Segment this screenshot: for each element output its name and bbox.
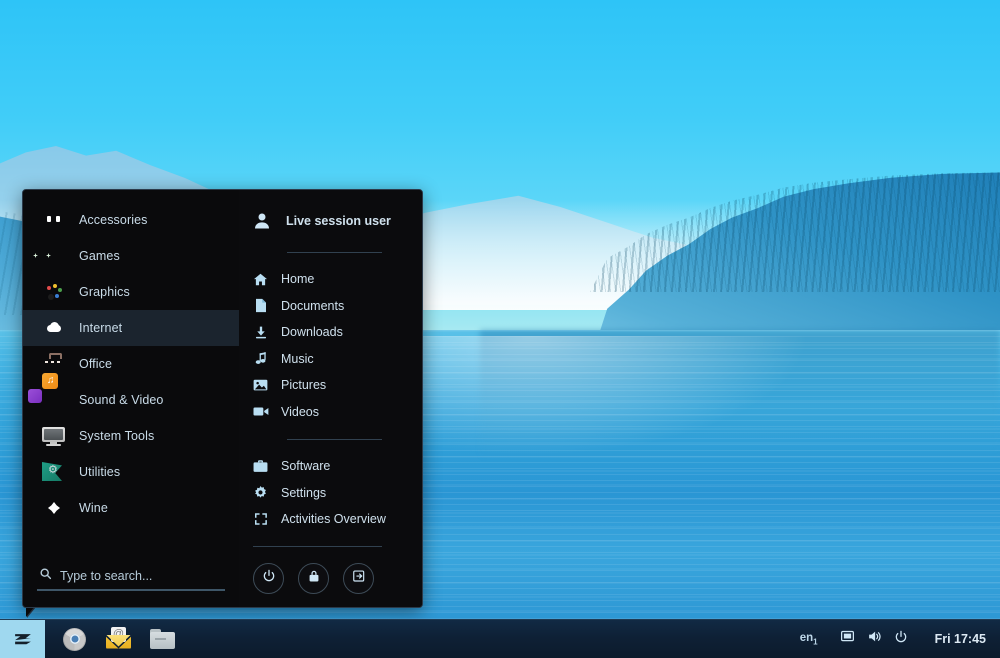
language-indicator[interactable]: en1 bbox=[792, 632, 834, 646]
category-label: Accessories bbox=[79, 213, 147, 227]
home-icon bbox=[252, 271, 269, 288]
place-item-videos[interactable]: Videos bbox=[239, 399, 422, 426]
place-item-activities-overview[interactable]: Activities Overview bbox=[239, 506, 422, 533]
place-label: Music bbox=[281, 352, 314, 366]
tree-texture-right bbox=[590, 172, 1000, 292]
system-tray: en1 bbox=[792, 620, 1000, 658]
place-item-pictures[interactable]: Pictures bbox=[239, 372, 422, 399]
taskbar: @ en1 bbox=[0, 619, 1000, 658]
accessories-icon bbox=[42, 208, 66, 232]
settings-gear-icon bbox=[252, 484, 269, 501]
language-code: en bbox=[800, 632, 813, 644]
place-item-settings[interactable]: Settings bbox=[239, 480, 422, 507]
category-item-accessories[interactable]: Accessories bbox=[23, 202, 239, 238]
speaker-icon bbox=[867, 629, 882, 649]
category-label: Office bbox=[79, 357, 112, 371]
mail-launcher[interactable]: @ bbox=[98, 620, 139, 658]
language-variant: 1 bbox=[813, 637, 817, 646]
divider-middle bbox=[287, 439, 382, 440]
category-item-internet[interactable]: Internet bbox=[23, 310, 239, 346]
power-icon bbox=[262, 569, 276, 588]
activities-overview-icon bbox=[252, 511, 269, 528]
search-input[interactable]: Type to search... bbox=[37, 565, 225, 591]
videos-icon bbox=[252, 403, 269, 420]
place-label: Settings bbox=[281, 486, 326, 500]
logout-button[interactable] bbox=[343, 563, 374, 594]
category-label: Internet bbox=[79, 321, 122, 335]
utilities-icon: ⚙ bbox=[42, 460, 66, 484]
place-item-music[interactable]: Music bbox=[239, 346, 422, 373]
divider-bottom bbox=[253, 546, 382, 547]
monitor-icon bbox=[840, 629, 855, 649]
downloads-icon bbox=[252, 324, 269, 341]
place-item-documents[interactable]: Documents bbox=[239, 293, 422, 320]
user-name-label: Live session user bbox=[286, 214, 391, 228]
music-icon bbox=[252, 350, 269, 367]
zorin-logo-icon bbox=[11, 627, 35, 651]
menu-categories-pane: Accessories Games Graphics bbox=[23, 190, 239, 607]
place-item-home[interactable]: Home bbox=[239, 266, 422, 293]
lock-icon bbox=[307, 569, 321, 588]
file-manager-launcher[interactable] bbox=[142, 620, 183, 658]
place-label: Pictures bbox=[281, 378, 326, 392]
browser-launcher[interactable] bbox=[54, 620, 95, 658]
place-label: Activities Overview bbox=[281, 512, 386, 526]
power-icon bbox=[894, 630, 908, 649]
power-tray-icon[interactable] bbox=[888, 620, 915, 658]
taskbar-launchers: @ bbox=[45, 620, 183, 658]
user-account-row[interactable]: Live session user bbox=[239, 204, 422, 238]
place-item-software[interactable]: Software bbox=[239, 453, 422, 480]
volume-tray-icon[interactable] bbox=[861, 620, 888, 658]
start-menu-button[interactable] bbox=[0, 620, 45, 658]
category-item-system-tools[interactable]: System Tools bbox=[23, 418, 239, 454]
place-label: Home bbox=[281, 272, 314, 286]
wine-icon bbox=[42, 496, 66, 520]
category-item-graphics[interactable]: Graphics bbox=[23, 274, 239, 310]
clock[interactable]: Fri 17:45 bbox=[915, 632, 990, 646]
category-label: System Tools bbox=[79, 429, 154, 443]
category-list: Accessories Games Graphics bbox=[23, 202, 239, 565]
desktop-screen: Accessories Games Graphics bbox=[0, 0, 1000, 658]
system-tools-icon bbox=[42, 424, 66, 448]
category-label: Sound & Video bbox=[79, 393, 163, 407]
pictures-icon bbox=[252, 377, 269, 394]
search-placeholder-text: Type to search... bbox=[60, 569, 152, 583]
session-buttons-row bbox=[239, 557, 422, 594]
category-label: Utilities bbox=[79, 465, 120, 479]
display-tray-icon[interactable] bbox=[834, 620, 861, 658]
mail-icon: @ bbox=[106, 630, 131, 649]
place-label: Downloads bbox=[281, 325, 343, 339]
logout-icon bbox=[352, 569, 366, 588]
shutdown-button[interactable] bbox=[253, 563, 284, 594]
category-label: Games bbox=[79, 249, 120, 263]
lock-button[interactable] bbox=[298, 563, 329, 594]
graphics-icon bbox=[42, 280, 66, 304]
search-icon bbox=[39, 567, 52, 585]
category-item-wine[interactable]: Wine bbox=[23, 490, 239, 526]
chrome-icon bbox=[63, 628, 86, 651]
sound-video-icon: ♫ bbox=[42, 388, 66, 412]
category-item-sound-video[interactable]: ♫ Sound & Video bbox=[23, 382, 239, 418]
application-menu-popup: Accessories Games Graphics bbox=[22, 189, 423, 608]
category-item-utilities[interactable]: ⚙ Utilities bbox=[23, 454, 239, 490]
place-item-downloads[interactable]: Downloads bbox=[239, 319, 422, 346]
games-icon bbox=[42, 244, 66, 268]
software-icon bbox=[252, 458, 269, 475]
documents-icon bbox=[252, 297, 269, 314]
folder-icon bbox=[150, 629, 175, 649]
place-label: Documents bbox=[281, 299, 344, 313]
search-container: Type to search... bbox=[23, 565, 239, 607]
category-label: Wine bbox=[79, 501, 108, 515]
place-label: Software bbox=[281, 459, 330, 473]
category-label: Graphics bbox=[79, 285, 130, 299]
place-label: Videos bbox=[281, 405, 319, 419]
user-avatar-icon bbox=[251, 210, 273, 232]
category-item-games[interactable]: Games bbox=[23, 238, 239, 274]
menu-places-pane: Live session user Home Docu bbox=[239, 190, 422, 607]
divider-top bbox=[287, 252, 382, 253]
internet-icon bbox=[42, 316, 66, 340]
